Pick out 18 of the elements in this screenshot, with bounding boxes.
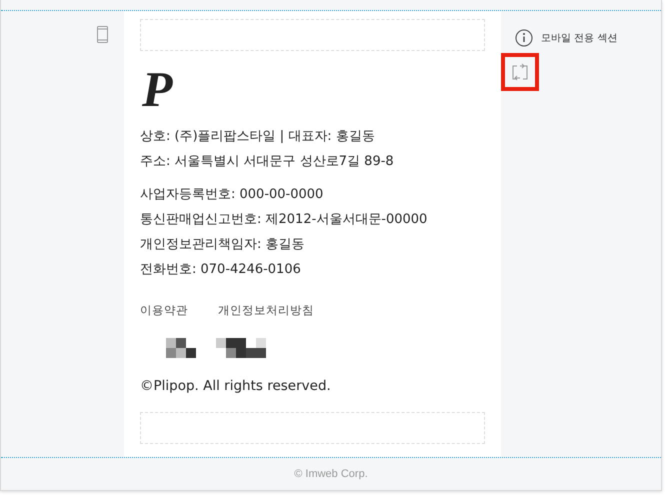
company-info-line: 통신판매업신고번호: 제2012-서울서대문-00000 [140,211,428,229]
footer-link[interactable]: 이용약관 [140,303,188,318]
company-info-line: 주소: 서울특별시 서대문구 성산로7길 89-8 [140,153,395,171]
company-info-line: 사업자등록번호: 000-00-0000 [140,186,324,204]
company-info-line: 개인정보관리책임자: 홍길동 [140,236,306,254]
mobile-phone-icon [97,26,108,43]
copyright-text: ©Plipop. All rights reserved. [140,378,332,394]
swap-arrows-icon [511,63,529,81]
footer-link[interactable]: 개인정보처리방침 [218,303,314,318]
company-info-line: 상호: (주)플리팝스타일 | 대표자: 홍길동 [140,128,376,146]
pixelated-icon [166,338,196,358]
info-icon [515,29,533,47]
company-info-line: 전화번호: 070-4246-0106 [140,261,302,279]
swap-button[interactable] [501,53,539,91]
pixelated-icon [216,338,266,358]
footer-text: © Imweb Corp. [294,468,368,480]
section-label: 모바일 전용 섹션 [541,32,618,45]
logo: P [142,61,174,117]
